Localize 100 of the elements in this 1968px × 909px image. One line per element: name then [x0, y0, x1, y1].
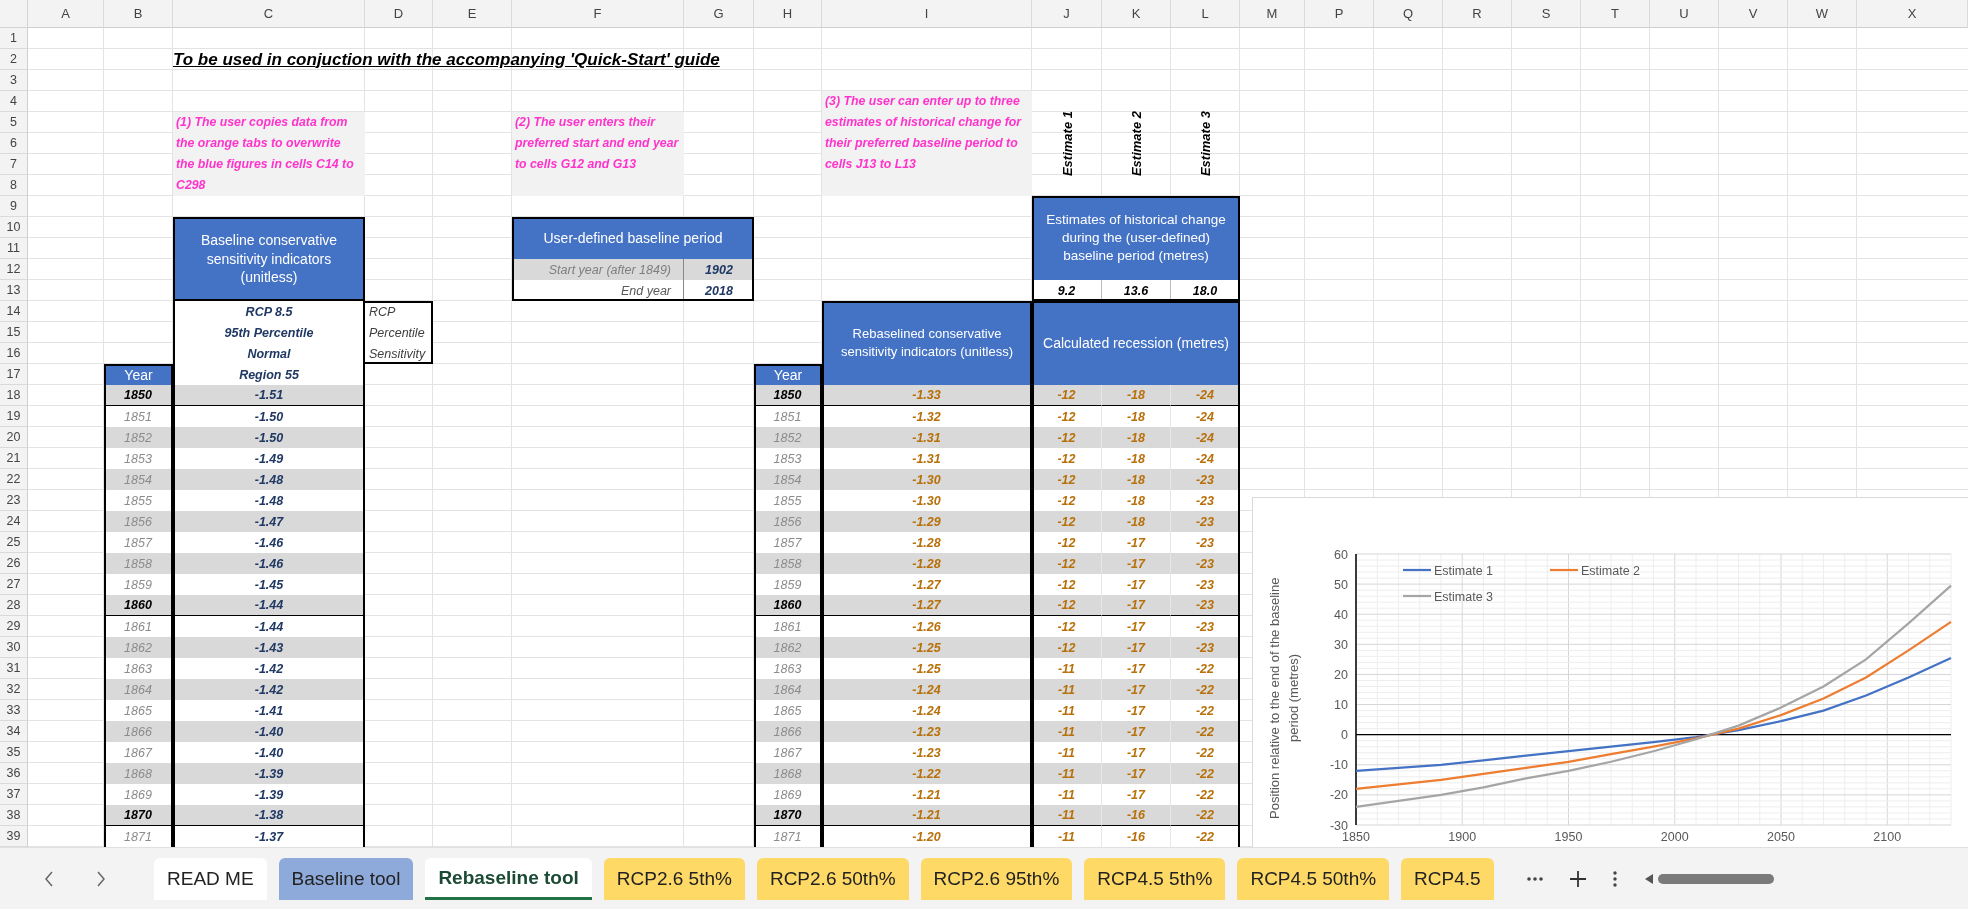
sheet-tab[interactable]: RCP2.6 50th% [756, 857, 909, 900]
row-header[interactable]: 20 [0, 427, 28, 448]
row-header[interactable]: 5 [0, 112, 28, 133]
year-cell: 1854 [104, 469, 173, 490]
row-header[interactable]: 28 [0, 595, 28, 616]
row-header[interactable]: 4 [0, 91, 28, 112]
column-header[interactable]: K [1102, 0, 1171, 28]
legend-label: Estimate 2 [1581, 563, 1641, 578]
row-header[interactable]: 29 [0, 616, 28, 637]
column-header[interactable]: G [684, 0, 754, 28]
row-header[interactable]: 18 [0, 385, 28, 406]
row-header[interactable]: 30 [0, 637, 28, 658]
column-header[interactable]: V [1719, 0, 1788, 28]
row-header[interactable]: 6 [0, 133, 28, 154]
indicator-cell: -1.48 [173, 469, 365, 490]
sheet-tab[interactable]: RCP4.5 5th% [1084, 857, 1226, 900]
row-header[interactable]: 35 [0, 742, 28, 763]
row-header[interactable]: 37 [0, 784, 28, 805]
row-header[interactable]: 15 [0, 322, 28, 343]
row-header[interactable]: 21 [0, 448, 28, 469]
column-header[interactable]: H [754, 0, 822, 28]
column-header[interactable]: T [1581, 0, 1650, 28]
sheet-tab[interactable]: RCP4.5 [1401, 857, 1494, 900]
row-header[interactable]: 34 [0, 721, 28, 742]
row-header[interactable]: 14 [0, 301, 28, 322]
year-cell: 1852 [754, 427, 822, 448]
horizontal-scrollbar[interactable] [1643, 871, 1774, 886]
column-header[interactable]: I [822, 0, 1032, 28]
row-header[interactable]: 22 [0, 469, 28, 490]
column-header[interactable]: C [173, 0, 365, 28]
column-header[interactable]: S [1512, 0, 1581, 28]
row-header[interactable]: 11 [0, 238, 28, 259]
recession-cell: -12 [1032, 511, 1102, 532]
column-header[interactable]: X [1857, 0, 1968, 28]
column-header[interactable]: U [1650, 0, 1719, 28]
column-header[interactable]: F [512, 0, 684, 28]
plus-icon[interactable] [1568, 869, 1587, 888]
row-header[interactable]: 13 [0, 280, 28, 301]
row-header[interactable]: 2 [0, 49, 28, 70]
year-cell: 1860 [104, 595, 173, 616]
row-header[interactable]: 26 [0, 553, 28, 574]
column-label: Estimate 1 [1059, 110, 1075, 176]
column-header[interactable]: L [1171, 0, 1240, 28]
sheet-tab[interactable]: RCP4.5 50th% [1237, 857, 1390, 900]
column-header[interactable]: D [365, 0, 433, 28]
header-cell: User-defined baseline period [512, 217, 754, 259]
row-header[interactable]: 36 [0, 763, 28, 784]
row-header[interactable]: 12 [0, 259, 28, 280]
chevron-left-icon[interactable] [44, 870, 54, 887]
sheet-tab[interactable]: RCP2.6 95th% [920, 857, 1073, 900]
kebab-menu-icon[interactable] [1612, 870, 1617, 887]
row-header[interactable]: 9 [0, 196, 28, 217]
row-header[interactable]: 25 [0, 532, 28, 553]
column-header[interactable]: A [28, 0, 104, 28]
indicator-cell: -1.28 [822, 553, 1032, 574]
row-header[interactable]: 39 [0, 826, 28, 847]
ellipsis-icon[interactable] [1526, 876, 1543, 881]
sheet-tab[interactable]: READ ME [154, 857, 267, 900]
column-header[interactable]: M [1240, 0, 1305, 28]
sheet-tab[interactable]: Baseline tool [278, 857, 414, 900]
row-header[interactable]: 1 [0, 28, 28, 49]
row-header[interactable]: 3 [0, 70, 28, 91]
row-header[interactable]: 7 [0, 154, 28, 175]
row-header[interactable]: 23 [0, 490, 28, 511]
row-header[interactable]: 17 [0, 364, 28, 385]
chevron-right-icon[interactable] [96, 870, 106, 887]
year-cell: 1870 [754, 805, 822, 826]
recession-cell: -23 [1171, 511, 1240, 532]
row-header[interactable]: 24 [0, 511, 28, 532]
row-header[interactable]: 27 [0, 574, 28, 595]
row-header[interactable]: 32 [0, 679, 28, 700]
recession-cell: -12 [1032, 595, 1102, 616]
row-header[interactable]: 16 [0, 343, 28, 364]
chart-panel[interactable]: Position relative to the end of the baseline period (metres) -30 -20 -10 0 10 20 30 40 50 60 1850 1900 1950 2000 2050 2100 Estimate 1 Estimate 2 Estimate 3 [1252, 497, 1968, 847]
year-cell: 1864 [104, 679, 173, 700]
row-header[interactable]: 8 [0, 175, 28, 196]
column-header[interactable]: B [104, 0, 173, 28]
row-header[interactable]: 19 [0, 406, 28, 427]
recession-cell: -18 [1102, 385, 1171, 406]
column-header[interactable]: E [433, 0, 512, 28]
sheet-tab[interactable]: RCP2.6 5th% [603, 857, 745, 900]
row-header[interactable]: 38 [0, 805, 28, 826]
recession-cell: -12 [1032, 427, 1102, 448]
column-header[interactable]: P [1305, 0, 1374, 28]
sheet-tab[interactable]: Rebaseline tool [425, 857, 592, 900]
recession-cell: -22 [1171, 721, 1240, 742]
row-header[interactable]: 31 [0, 658, 28, 679]
row-header[interactable]: 10 [0, 217, 28, 238]
recession-cell: -11 [1032, 679, 1102, 700]
column-header[interactable]: R [1443, 0, 1512, 28]
instruction-note: (3) The user can enter up to three estimates of historical change for their preferred baseline period to cells J13 to L13 [822, 91, 1032, 196]
period-year-cell[interactable]: 1902 [684, 259, 754, 280]
column-header[interactable]: W [1788, 0, 1857, 28]
column-header[interactable]: Q [1374, 0, 1443, 28]
year-cell: 1858 [754, 553, 822, 574]
row-header[interactable]: 33 [0, 700, 28, 721]
tick-label: 50 [1334, 577, 1348, 592]
column-header[interactable]: J [1032, 0, 1102, 28]
sheet-title: To be used in conjuction with the accompanying 'Quick-Start' guide [173, 49, 720, 70]
tick-label: 1900 [1448, 830, 1477, 844]
